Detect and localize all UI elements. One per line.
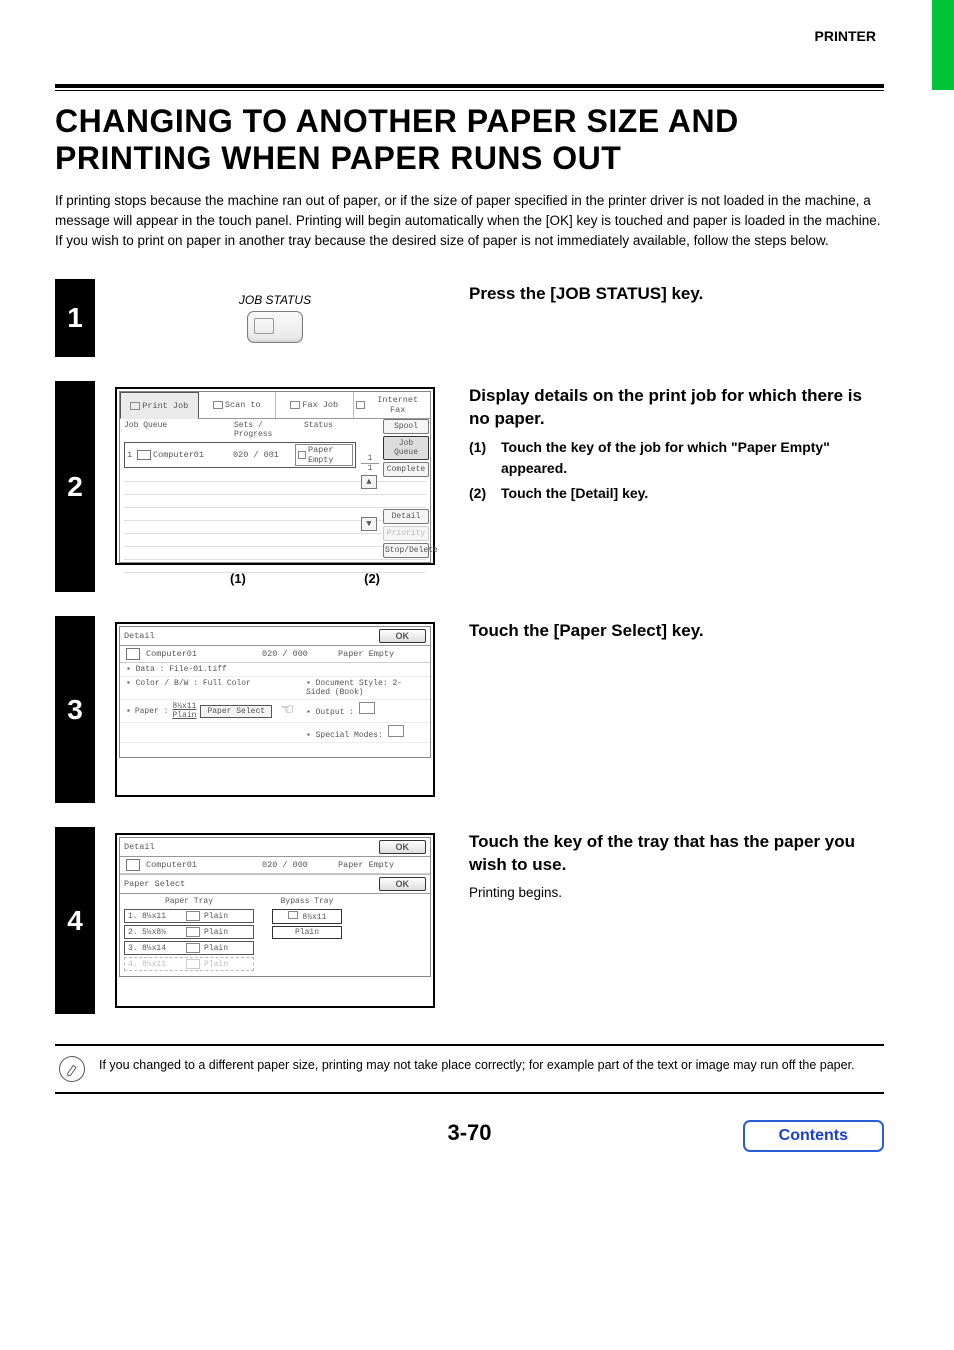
tab-scan-to[interactable]: Scan to [199, 392, 277, 418]
tray-4-button[interactable]: 4.8½x11Plain [124, 957, 254, 971]
bypass-size-button[interactable]: 8½x11 [272, 909, 342, 924]
orientation-icon [186, 943, 200, 953]
stop-delete-button[interactable]: Stop/Delete [383, 543, 429, 558]
rule [55, 90, 884, 91]
panel-title: Detail [124, 631, 379, 641]
priority-button[interactable]: Priority [383, 526, 429, 541]
rule [55, 84, 884, 88]
job-status-hard-key[interactable] [247, 311, 303, 343]
step-3: 3 Detail OK Computer01 020 / 000 Paper E… [55, 616, 884, 803]
output-icon [359, 702, 375, 714]
orientation-icon [288, 911, 298, 919]
orientation-icon [186, 911, 200, 921]
tab-internet-fax[interactable]: Internet Fax [354, 392, 431, 418]
paper-select-title: Paper Select [124, 879, 379, 889]
computer-icon [126, 648, 140, 660]
ok-button[interactable]: OK [379, 629, 427, 643]
detail-button[interactable]: Detail [383, 509, 429, 524]
scroll-down-button[interactable]: ▼ [361, 517, 377, 531]
special-modes-icon [388, 725, 404, 737]
fax-icon [290, 401, 300, 409]
complete-button[interactable]: Complete [383, 462, 429, 477]
orientation-icon [186, 959, 200, 969]
job-progress: 020 / 000 [262, 860, 332, 870]
chapter-label: PRINTER [55, 28, 884, 44]
ifax-icon [356, 401, 366, 409]
job-status-panel: Print Job Scan to Fax Job Internet Fax J… [115, 387, 435, 565]
job-row[interactable]: 1 Computer01 020 / 001 Paper Empty [124, 442, 356, 468]
step-number: 4 [55, 827, 95, 1014]
job-progress: 020 / 001 [233, 450, 295, 460]
note-text: If you changed to a different paper size… [99, 1056, 855, 1074]
job-progress: 020 / 000 [262, 649, 332, 659]
intro-paragraph: If printing stops because the machine ra… [55, 191, 884, 252]
tab-fax-job[interactable]: Fax Job [276, 392, 354, 418]
computer-icon [126, 859, 140, 871]
contents-link[interactable]: Contents [743, 1120, 884, 1152]
spool-button[interactable]: Spool [383, 419, 429, 434]
pencil-note-icon [57, 1054, 87, 1084]
job-status: Paper Empty [338, 649, 394, 659]
scan-icon [213, 401, 223, 409]
step-heading: Touch the key of the tray that has the p… [469, 831, 884, 877]
section-color-tab [932, 0, 954, 90]
orientation-icon [186, 927, 200, 937]
step-heading: Press the [JOB STATUS] key. [469, 283, 884, 306]
paper-tray-heading: Paper Tray [124, 897, 254, 906]
detail-panel: Detail OK Computer01 020 / 000 Paper Emp… [115, 622, 435, 797]
bypass-type-button[interactable]: Plain [272, 926, 342, 939]
step-1: 1 JOB STATUS Press the [JOB STATUS] key. [55, 279, 884, 357]
page-title: CHANGING TO ANOTHER PAPER SIZE AND PRINT… [55, 103, 884, 177]
callout-1: (1) [230, 571, 246, 586]
hard-key-label: JOB STATUS [239, 293, 311, 307]
tab-bar: Print Job Scan to Fax Job Internet Fax [120, 392, 430, 419]
paper-select-panel: Detail OK Computer01 020 / 000 Paper Emp… [115, 833, 435, 1008]
bypass-tray-heading: Bypass Tray [272, 897, 342, 906]
ok-button[interactable]: OK [379, 840, 427, 854]
step-number: 3 [55, 616, 95, 803]
side-buttons: Spool Job Queue Complete Detail Priority… [383, 419, 429, 558]
printer-icon [130, 402, 140, 410]
callout-2: (2) [364, 571, 380, 586]
job-queue-button[interactable]: Job Queue [383, 436, 429, 460]
computer-icon [137, 450, 151, 460]
step-number: 1 [55, 279, 95, 357]
substep-2-text: Touch the [Detail] key. [501, 483, 648, 504]
job-index: 1 [127, 450, 137, 460]
page-indicator: 1 1 ▲ ▼ [361, 454, 379, 531]
step-body: Printing begins. [469, 883, 884, 903]
job-name: Computer01 [146, 649, 256, 659]
job-name: Computer01 [146, 860, 256, 870]
panel-title: Detail [124, 842, 379, 852]
job-status: Paper Empty [338, 860, 394, 870]
step-2: 2 Print Job Scan to Fax Job Internet Fax… [55, 381, 884, 592]
substep-2-label: (2) [469, 483, 501, 504]
step-heading: Display details on the print job for whi… [469, 385, 884, 431]
paper-select-button[interactable]: Paper Select [200, 705, 272, 718]
substep-1-text: Touch the key of the job for which "Pape… [501, 437, 884, 479]
step-heading: Touch the [Paper Select] key. [469, 620, 884, 643]
tray-2-button[interactable]: 2.5½x8½Plain [124, 925, 254, 939]
note-box: If you changed to a different paper size… [55, 1044, 884, 1094]
tray-3-button[interactable]: 3.8½x14Plain [124, 941, 254, 955]
tray-1-button[interactable]: 1.8½x11Plain [124, 909, 254, 923]
scroll-up-button[interactable]: ▲ [361, 475, 377, 489]
substep-1-label: (1) [469, 437, 501, 479]
paper-select-ok-button[interactable]: OK [379, 877, 427, 891]
step-4: 4 Detail OK Computer01 020 / 000 Paper E… [55, 827, 884, 1014]
tab-print-job[interactable]: Print Job [120, 392, 199, 419]
paper-empty-icon [298, 451, 306, 459]
job-name: Computer01 [153, 450, 233, 460]
job-status-button[interactable]: Paper Empty [295, 444, 353, 466]
step-number: 2 [55, 381, 95, 592]
